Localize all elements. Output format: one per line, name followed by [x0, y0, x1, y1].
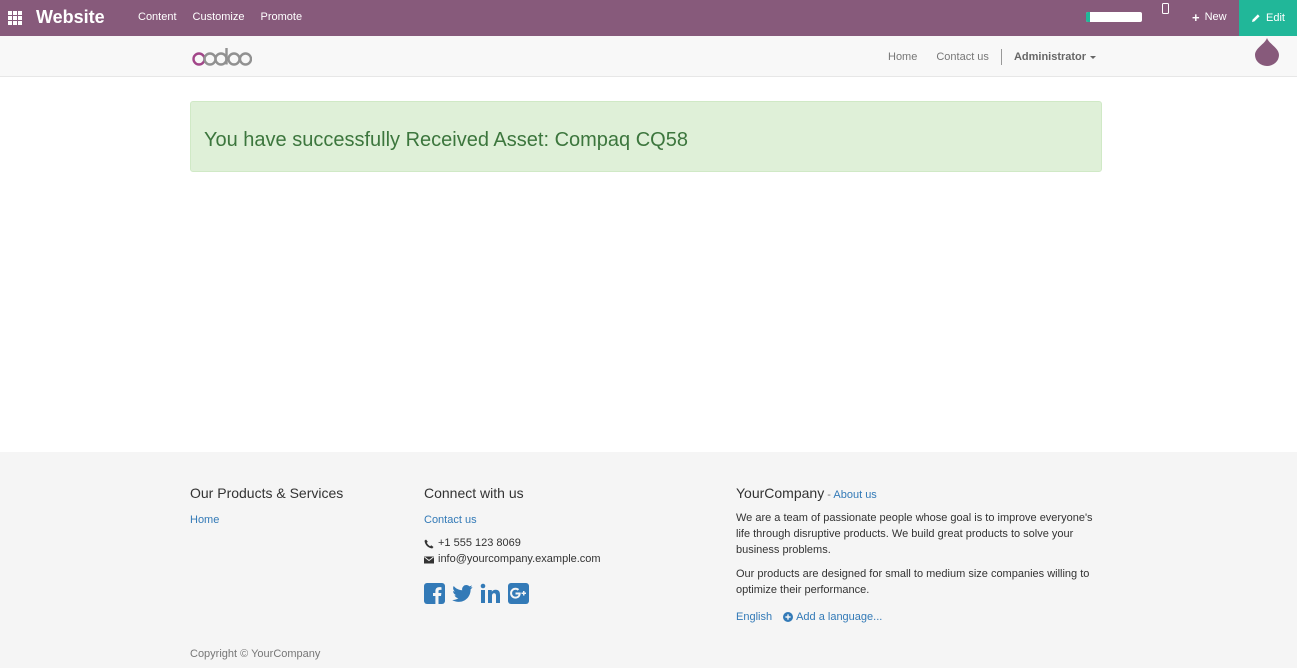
edit-button-label: Edit	[1266, 12, 1285, 24]
menu-promote[interactable]: Promote	[261, 11, 303, 23]
plus-circle-icon	[783, 612, 794, 622]
google-plus-icon[interactable]	[508, 583, 529, 604]
linkedin-icon[interactable]	[480, 583, 501, 604]
menu-content[interactable]: Content	[138, 11, 177, 23]
email-line: info@yourcompany.example.com	[424, 553, 601, 566]
menu-customize[interactable]: Customize	[193, 11, 245, 23]
connect-heading: Connect with us	[424, 485, 524, 501]
nav-divider	[1000, 49, 1002, 65]
footer-company-column: YourCompany - About us We are a team of …	[736, 485, 1102, 623]
about-prefix: -	[824, 489, 834, 501]
mobile-preview-icon[interactable]	[1162, 3, 1169, 14]
caret-down-icon	[1090, 55, 1097, 59]
add-language-link[interactable]: Add a language...	[783, 611, 882, 623]
alert-message: You have successfully Received Asset: Co…	[204, 129, 688, 151]
nav-contact-us[interactable]: Contact us	[936, 51, 989, 63]
language-english[interactable]: English	[736, 611, 772, 623]
new-button-label: New	[1204, 11, 1227, 23]
footer: Our Products & Services Home Connect wit…	[0, 452, 1297, 668]
social-icons	[424, 583, 601, 604]
copyright: Copyright © YourCompany	[190, 648, 321, 660]
company-description: We are a team of passionate people whose…	[736, 512, 1093, 556]
add-language-label: Add a language...	[796, 611, 883, 623]
footer-connect-column: Connect with us Contact us +1 555 123 80…	[424, 485, 601, 604]
footer-home-link[interactable]: Home	[190, 514, 219, 526]
edit-button[interactable]: Edit	[1239, 0, 1297, 36]
language-selector: English Add a language...	[736, 611, 1102, 623]
products-heading: Our Products & Services	[190, 485, 344, 501]
plus-icon: +	[1192, 9, 1200, 25]
user-name: Administrator	[1013, 51, 1087, 63]
nav-links: Home Contact us Administrator	[888, 49, 1097, 65]
phone-number: +1 555 123 8069	[438, 537, 521, 549]
user-menu[interactable]: Administrator	[1013, 51, 1097, 63]
new-button[interactable]: + New	[1192, 9, 1227, 25]
company-heading: YourCompany - About us	[736, 485, 1102, 501]
apps-grid-icon[interactable]	[8, 11, 22, 25]
app-title: Website	[36, 7, 105, 27]
pencil-icon	[1252, 14, 1260, 22]
company-name: YourCompany	[736, 485, 825, 501]
company-products-text: Our products are designed for small to m…	[736, 568, 1090, 596]
footer-contact-link[interactable]: Contact us	[424, 514, 477, 526]
facebook-icon[interactable]	[424, 583, 445, 604]
email-address: info@yourcompany.example.com	[438, 553, 601, 565]
progress-bar	[1086, 12, 1142, 22]
progress-fill	[1086, 12, 1090, 22]
footer-products-column: Our Products & Services Home	[190, 485, 343, 528]
twitter-icon[interactable]	[452, 583, 473, 604]
phone-icon	[424, 539, 434, 548]
nav-home[interactable]: Home	[888, 51, 917, 63]
odoo-logo[interactable]	[192, 45, 252, 67]
drop-icon[interactable]	[1255, 38, 1279, 66]
success-alert: You have successfully Received Asset: Co…	[190, 101, 1102, 172]
site-navbar: Home Contact us Administrator	[0, 36, 1297, 77]
admin-menu: Content Customize Promote	[138, 11, 302, 23]
admin-bar: Website Content Customize Promote + New …	[0, 0, 1297, 36]
about-us-link[interactable]: About us	[833, 489, 876, 501]
phone-line: +1 555 123 8069	[424, 537, 601, 550]
envelope-icon	[424, 556, 434, 563]
